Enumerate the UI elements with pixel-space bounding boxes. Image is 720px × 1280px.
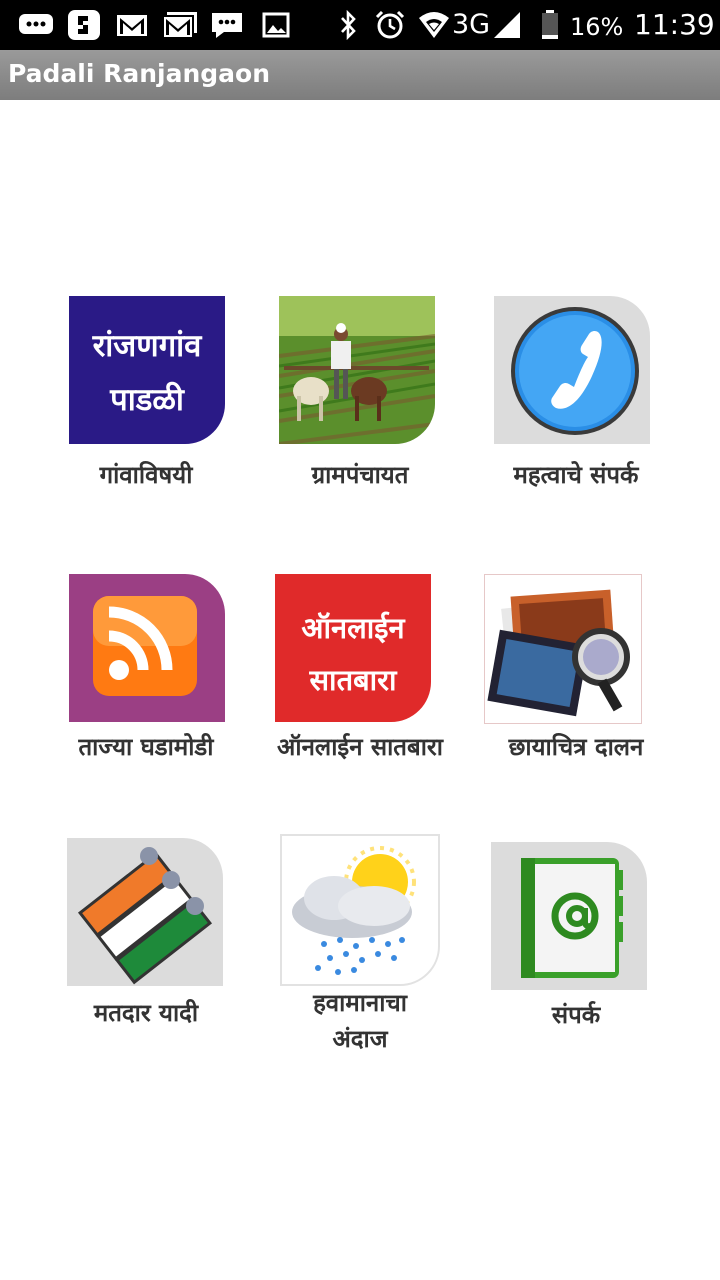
tile-label: संपर्क [551, 1001, 601, 1029]
tile-label-line-1: हवामानाचा [313, 989, 407, 1017]
weather-icon [280, 834, 440, 986]
tile-label: ग्रामपंचायत [311, 461, 409, 489]
battery-icon [542, 10, 558, 39]
tile-label: ऑनलाईन सातबारा [277, 733, 443, 761]
tile-voter-list[interactable]: मतदार यादी [36, 838, 256, 1038]
tile-important-contacts[interactable]: महत्वाचे संपर्क [466, 296, 686, 506]
tile-label: छायाचित्र दालन [508, 733, 644, 761]
alarm-icon [375, 10, 405, 39]
voter-list-icon [67, 838, 223, 986]
tile-gram-panchayat[interactable]: ग्रामपंचायत [250, 296, 470, 506]
image-icon [262, 12, 290, 38]
rss-icon [69, 574, 225, 722]
message-icon [212, 13, 242, 38]
clock: 11:39 [634, 8, 715, 41]
banner-line-2: सातबारा [309, 663, 397, 697]
tile-label: गांवाविषयी [99, 461, 193, 489]
tile-latest-news[interactable]: ताज्या घडामोडी [36, 574, 256, 774]
banner-line-1: ऑनलाईन [301, 611, 405, 645]
chat-notification-icon [19, 14, 53, 34]
tile-weather-forecast[interactable]: हवामानाचा अंदाज [250, 834, 470, 1058]
tile-label-line-2: अंदाज [332, 1025, 388, 1053]
tile-village-info[interactable]: रांजणगांव पाडळी गांवाविषयी [36, 296, 256, 506]
gmail-icon [117, 15, 147, 36]
battery-percent: 16% [570, 13, 624, 41]
gmail-multiple-icon [162, 12, 197, 39]
banner-line-2: पाडळी [110, 382, 184, 418]
tile-contact[interactable]: संपर्क [466, 842, 686, 1042]
tile-online-satbara[interactable]: ऑनलाईन सातबारा ऑनलाईन सातबारा [250, 574, 470, 774]
app-notification-icon [68, 10, 100, 40]
banner-line-1: रांजणगांव [92, 328, 202, 364]
action-bar: Padali Ranjangaon [0, 50, 720, 100]
status-bar: 3G 16% 11:39 [0, 0, 720, 50]
contact-book-icon [491, 842, 647, 990]
network-type-label: 3G [452, 9, 491, 40]
phone-icon [494, 296, 650, 444]
signal-icon [494, 12, 520, 38]
bluetooth-icon [341, 10, 356, 40]
tile-label: महत्वाचे संपर्क [513, 461, 639, 489]
tile-photo-gallery[interactable]: छायाचित्र दालन [466, 574, 686, 774]
wifi-icon [419, 12, 449, 38]
tile-label: ताज्या घडामोडी [78, 733, 214, 761]
photo-gallery-icon [484, 574, 642, 724]
farmer-ploughing-icon [279, 296, 435, 444]
village-banner-icon: रांजणगांव पाडळी [69, 296, 225, 444]
online-satbara-banner-icon: ऑनलाईन सातबारा [275, 574, 431, 722]
app-title: Padali Ranjangaon [8, 59, 271, 88]
tile-label: मतदार यादी [93, 999, 199, 1027]
